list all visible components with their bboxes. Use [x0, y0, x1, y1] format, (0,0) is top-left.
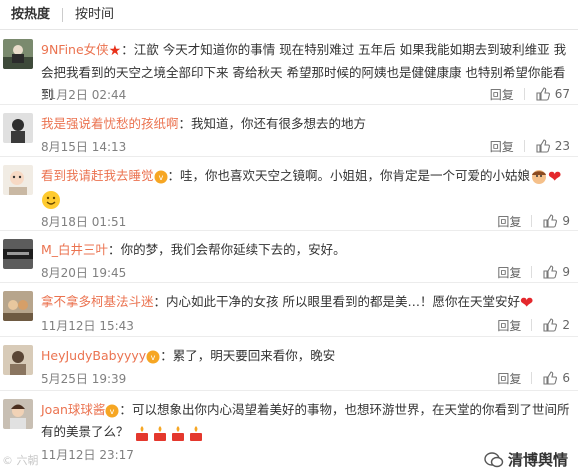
- comment-time: 8月15日 14:13: [41, 139, 127, 154]
- like-button[interactable]: 6: [542, 370, 570, 386]
- watermark-right: 清博舆情: [484, 449, 568, 470]
- heart-icon: ❤: [520, 293, 534, 312]
- like-count: 6: [562, 371, 570, 385]
- comment-item: 9NFine女侠★：江歆 今天才知道你的事情 现在特别难过 五年后 如果我能如期…: [0, 31, 578, 105]
- comment-item: 拿不拿多柯基法斗迷：内心如此干净的女孩 所以眼里看到的都是美…！愿你在天堂安好❤…: [0, 283, 578, 337]
- like-count: 67: [554, 87, 570, 101]
- reply-button[interactable]: 回复: [490, 138, 524, 155]
- candle-icon: [171, 425, 184, 441]
- tab-sort-by-time[interactable]: 按时间: [67, 0, 122, 30]
- like-button[interactable]: 9: [542, 264, 570, 280]
- avatar[interactable]: [3, 291, 33, 321]
- comment-time: 8月18日 01:51: [41, 214, 127, 229]
- sort-tabs: 按热度 按时间: [0, 0, 578, 30]
- username-link[interactable]: 看到我请赶我去睡觉: [41, 168, 154, 183]
- vip-badge-icon: v: [105, 404, 119, 417]
- username-link[interactable]: 我是强说着忧愁的孩纸啊: [41, 116, 179, 131]
- comment-time: 11月2日 02:44: [41, 87, 127, 102]
- heart-icon: ❤: [548, 167, 562, 186]
- thumbs-up-icon: [543, 214, 558, 228]
- like-button[interactable]: 9: [542, 213, 570, 229]
- avatar[interactable]: [3, 399, 33, 429]
- smile-emoji-icon: [42, 190, 60, 209]
- thumbs-up-icon: [536, 87, 550, 101]
- like-button[interactable]: 67: [535, 86, 570, 102]
- like-count: 23: [554, 139, 570, 153]
- thumbs-up-icon: [536, 139, 550, 153]
- thumbs-up-icon: [543, 318, 558, 332]
- comment-item: 看到我请赶我去睡觉 v ：哇，你也喜欢天空之镜啊。小姐姐，你肯定是一个可爱的小姑娘 ❤…: [0, 157, 578, 231]
- like-button[interactable]: 23: [535, 138, 570, 154]
- comment-item: M_白井三叶：你的梦，我们会帮你延续下去的，安好。 8月20日 19:45 回复…: [0, 231, 578, 283]
- svg-text:v: v: [151, 353, 156, 362]
- like-button[interactable]: 2: [542, 317, 570, 333]
- tab-sort-by-hot[interactable]: 按热度: [3, 0, 58, 30]
- comment-text: 我知道，你还有很多想去的地方: [191, 116, 367, 131]
- comment-text: 哇，你也喜欢天空之镜啊。小姐姐，你肯定是一个可爱的小姑娘: [180, 168, 531, 183]
- vip-badge-icon: v: [146, 350, 160, 363]
- like-count: 2: [562, 318, 570, 332]
- username-link[interactable]: Joan球球酱: [41, 402, 105, 417]
- comment-time: 8月20日 19:45: [41, 265, 127, 280]
- comment-time: 11月12日 15:43: [41, 318, 134, 333]
- reply-button[interactable]: 回复: [490, 86, 524, 103]
- thumbs-up-icon: [543, 371, 558, 385]
- reply-button[interactable]: 回复: [497, 317, 531, 334]
- avatar[interactable]: [3, 239, 33, 269]
- like-count: 9: [562, 214, 570, 228]
- username-link[interactable]: M_白井三叶: [41, 242, 108, 257]
- vip-badge-icon: v: [154, 170, 168, 183]
- comment-text: 内心如此干净的女孩 所以眼里看到的都是美…！愿你在天堂安好: [166, 294, 521, 309]
- avatar[interactable]: [3, 345, 33, 375]
- comment-text: 你的梦，我们会帮你延续下去的，安好。: [120, 242, 346, 257]
- reply-button[interactable]: 回复: [497, 370, 531, 387]
- candle-icon: [153, 425, 166, 441]
- username-link[interactable]: 9NFine女侠: [41, 42, 109, 57]
- reply-button[interactable]: 回复: [497, 213, 531, 230]
- reply-button[interactable]: 回复: [497, 264, 531, 281]
- username-link[interactable]: 拿不拿多柯基法斗迷: [41, 294, 154, 309]
- watermark-left: © 六朝: [2, 454, 39, 467]
- tab-divider: [62, 7, 64, 22]
- comment-text: 累了，明天要回来看你，晚安: [172, 348, 336, 363]
- thumbs-up-icon: [543, 265, 558, 279]
- like-count: 9: [562, 265, 570, 279]
- avatar[interactable]: [3, 113, 33, 143]
- comment-time: 5月25日 19:39: [41, 371, 127, 386]
- avatar[interactable]: [3, 39, 33, 69]
- avatar[interactable]: [3, 165, 33, 195]
- wechat-logo-icon: [484, 451, 504, 467]
- comment-item: HeyJudyBabyyyy v ：累了，明天要回来看你，晚安 5月25日 19:3…: [0, 337, 578, 391]
- svg-text:v: v: [110, 407, 115, 416]
- username-link[interactable]: HeyJudyBabyyyy: [41, 348, 146, 363]
- girl-emoji-icon: [532, 169, 547, 184]
- svg-text:v: v: [158, 173, 163, 182]
- star-badge-icon: ★: [108, 43, 122, 59]
- candle-icon: [189, 425, 202, 441]
- candle-icon: [135, 425, 148, 441]
- comment-list: 9NFine女侠★：江歆 今天才知道你的事情 现在特别难过 五年后 如果我能如期…: [0, 31, 578, 471]
- comment-item: 我是强说着忧愁的孩纸啊：我知道，你还有很多想去的地方 8月15日 14:13 回…: [0, 105, 578, 157]
